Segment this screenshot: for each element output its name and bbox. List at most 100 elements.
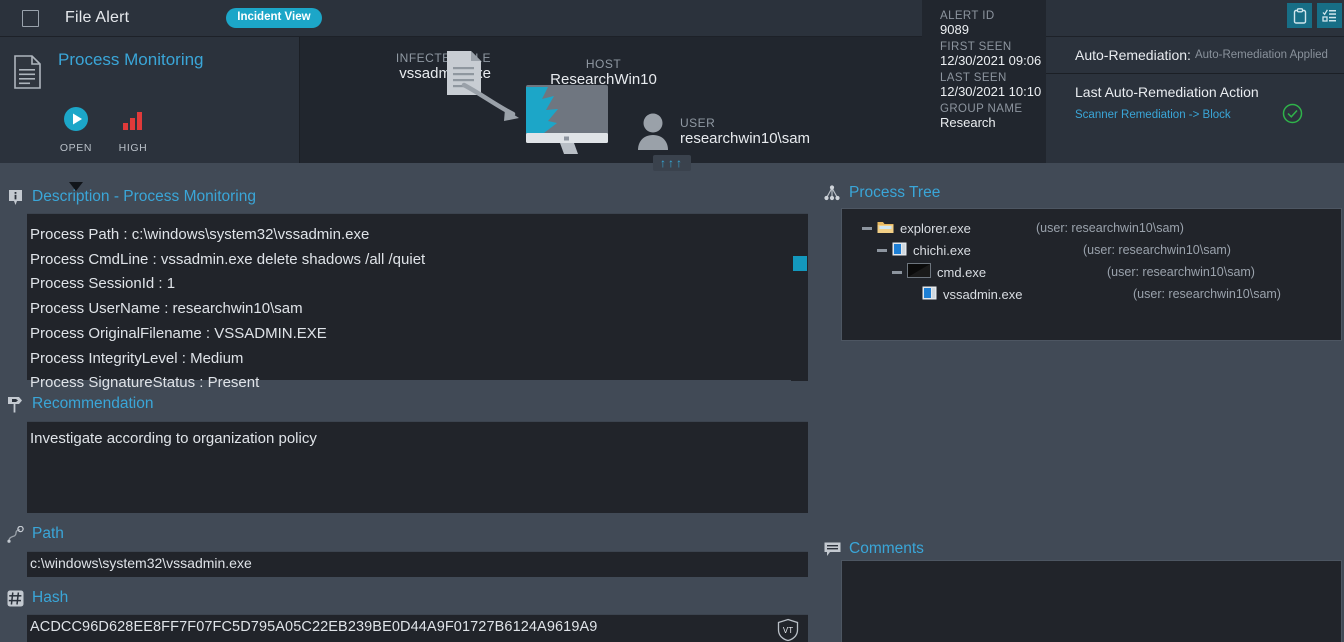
collapse-toggle-icon[interactable] bbox=[877, 248, 887, 252]
alert-status[interactable]: OPEN bbox=[46, 106, 106, 154]
description-line: Process CmdLine : vssadmin.exe delete sh… bbox=[30, 250, 426, 268]
auto-remediation-status: Auto-Remediation Applied bbox=[1194, 49, 1328, 61]
comments-list bbox=[842, 561, 1341, 642]
comment-icon bbox=[823, 540, 841, 558]
process-user: (user: researchwin10\sam) bbox=[1107, 265, 1255, 279]
last-remediation-action[interactable]: Scanner Remediation -> Block bbox=[1075, 109, 1231, 121]
alert-rule-name[interactable]: Process Monitoring bbox=[58, 50, 204, 70]
left-column: Description - Process Monitoring Process… bbox=[0, 163, 815, 642]
remediation-panel: ALERT ID 9089 FIRST SEEN 12/30/2021 09:0… bbox=[922, 0, 1344, 163]
comments-section-header: Comments bbox=[823, 540, 924, 558]
auto-remediation-label: Auto-Remediation: bbox=[1075, 47, 1191, 63]
severity-bars-icon bbox=[123, 112, 142, 130]
process-tree-node[interactable]: explorer.exe (user: researchwin10\sam) bbox=[842, 217, 1341, 239]
description-line: Process Path : c:\windows\system32\vssad… bbox=[30, 226, 370, 243]
last-seen-label: LAST SEEN bbox=[940, 72, 1007, 84]
folder-icon bbox=[877, 220, 894, 237]
alert-severity-label: HIGH bbox=[118, 142, 148, 154]
process-tree-node[interactable]: vssadmin.exe (user: researchwin10\sam) bbox=[842, 283, 1341, 305]
description-line: Process IntegrityLevel : Medium bbox=[30, 349, 244, 367]
process-tree-content: explorer.exe (user: researchwin10\sam) c… bbox=[841, 208, 1342, 341]
hash-content: ACDCC96D628EE8FF7F07FC5D795A05C22EB239BE… bbox=[27, 614, 808, 642]
recommendation-content: Investigate according to organization po… bbox=[27, 421, 808, 513]
alert-metadata: ALERT ID 9089 FIRST SEEN 12/30/2021 09:0… bbox=[922, 0, 1046, 163]
comments-title: Comments bbox=[849, 540, 924, 557]
last-seen-value: 12/30/2021 10:10 bbox=[940, 84, 1042, 99]
user-value: researchwin10\sam bbox=[680, 129, 811, 147]
process-user: (user: researchwin10\sam) bbox=[1083, 243, 1231, 257]
incident-view-button[interactable]: Incident View bbox=[226, 7, 322, 29]
last-remediation-title: Last Auto-Remediation Action bbox=[1075, 84, 1259, 100]
recommendation-section-header: Recommendation bbox=[6, 395, 153, 413]
auto-remediation-status-row: Auto-Remediation: Auto-Remediation Appli… bbox=[1046, 37, 1344, 74]
description-line: Process SignatureStatus : Present bbox=[30, 374, 260, 392]
alert-summary-panel: Process Monitoring OPEN HIGH bbox=[0, 37, 300, 191]
file-alert-page: File Alert Incident View Process Monitor… bbox=[0, 0, 1344, 642]
alert-severity: HIGH bbox=[103, 106, 163, 154]
process-user: (user: researchwin10\sam) bbox=[1133, 287, 1281, 301]
alert-status-label: OPEN bbox=[59, 142, 93, 154]
process-name: chichi.exe bbox=[913, 242, 971, 258]
description-scrollbar-thumb[interactable] bbox=[793, 256, 807, 271]
process-name: cmd.exe bbox=[937, 264, 987, 280]
process-name: explorer.exe bbox=[900, 220, 971, 236]
description-line: Process UserName : researchwin10\sam bbox=[30, 300, 303, 318]
process-tree-title: Process Tree bbox=[849, 184, 941, 201]
process-tree-node[interactable]: cmd.exe (user: researchwin10\sam) bbox=[842, 261, 1341, 283]
process-user: (user: researchwin10\sam) bbox=[1036, 221, 1184, 235]
recommendation-text: Investigate according to organization po… bbox=[30, 430, 317, 447]
path-content: c:\windows\system32\vssadmin.exe bbox=[27, 551, 808, 577]
description-title: Description - Process Monitoring bbox=[32, 188, 256, 205]
process-tree-section-header: Process Tree bbox=[823, 184, 940, 202]
top-bar: File Alert Incident View bbox=[0, 0, 1344, 37]
comments-content: Add bbox=[841, 560, 1342, 642]
first-seen-value: 12/30/2021 09:06 bbox=[940, 53, 1042, 68]
window-icon bbox=[892, 242, 907, 259]
process-tree-node[interactable]: chichi.exe (user: researchwin10\sam) bbox=[842, 239, 1341, 261]
process-tree-icon bbox=[823, 184, 841, 202]
check-circle-icon bbox=[1282, 103, 1303, 129]
group-name-value: Research bbox=[940, 115, 996, 130]
top-bar-actions bbox=[1287, 3, 1342, 28]
description-content: Process Path : c:\windows\system32\vssad… bbox=[27, 213, 808, 391]
task-list-icon[interactable] bbox=[1317, 3, 1342, 28]
collapse-toggle-icon[interactable] bbox=[862, 226, 872, 230]
user-label: USER bbox=[680, 115, 716, 130]
alert-id-value: 9089 bbox=[940, 22, 969, 37]
open-status-icon bbox=[64, 107, 88, 131]
description-scrollbar[interactable] bbox=[791, 214, 808, 381]
svg-text:VT: VT bbox=[783, 626, 793, 635]
hash-title: Hash bbox=[32, 589, 69, 606]
alert-header-band: Process Monitoring OPEN HIGH INFECTED FI… bbox=[0, 0, 1344, 191]
info-icon bbox=[6, 188, 24, 206]
hash-icon bbox=[6, 589, 24, 607]
signpost-icon bbox=[6, 395, 24, 413]
hash-section-header: Hash bbox=[6, 589, 68, 607]
description-line: Process SessionId : 1 bbox=[30, 275, 176, 293]
group-name-label: GROUP NAME bbox=[940, 103, 1023, 115]
page-title: File Alert bbox=[65, 9, 130, 26]
first-seen-label: FIRST SEEN bbox=[940, 41, 1012, 53]
path-title: Path bbox=[32, 525, 64, 542]
right-column: Process Tree explorer.exe (user: researc… bbox=[815, 163, 1344, 642]
recommendation-title: Recommendation bbox=[32, 395, 154, 412]
infected-host-icon bbox=[524, 83, 610, 160]
alert-id-label: ALERT ID bbox=[940, 10, 995, 22]
hash-value: ACDCC96D628EE8FF7F07FC5D795A05C22EB239BE… bbox=[30, 619, 598, 635]
description-line: Process OriginalFilename : VSSADMIN.EXE bbox=[30, 324, 327, 342]
console-icon bbox=[907, 263, 931, 281]
path-section-header: Path bbox=[6, 525, 64, 543]
infection-arrow-icon bbox=[461, 82, 531, 132]
collapse-toggle-icon[interactable] bbox=[892, 270, 902, 274]
user-avatar-icon bbox=[638, 113, 668, 150]
select-alert-checkbox[interactable] bbox=[22, 9, 39, 27]
virustotal-icon[interactable]: VT bbox=[776, 618, 800, 642]
path-value: c:\windows\system32\vssadmin.exe bbox=[30, 555, 252, 571]
description-section-header: Description - Process Monitoring bbox=[6, 188, 256, 206]
host-label: HOST bbox=[585, 57, 622, 71]
document-icon bbox=[14, 55, 41, 94]
path-icon bbox=[6, 525, 24, 543]
clipboard-icon[interactable] bbox=[1287, 3, 1312, 28]
user-block: USER researchwin10\sam bbox=[636, 112, 810, 150]
process-name: vssadmin.exe bbox=[943, 286, 1023, 302]
